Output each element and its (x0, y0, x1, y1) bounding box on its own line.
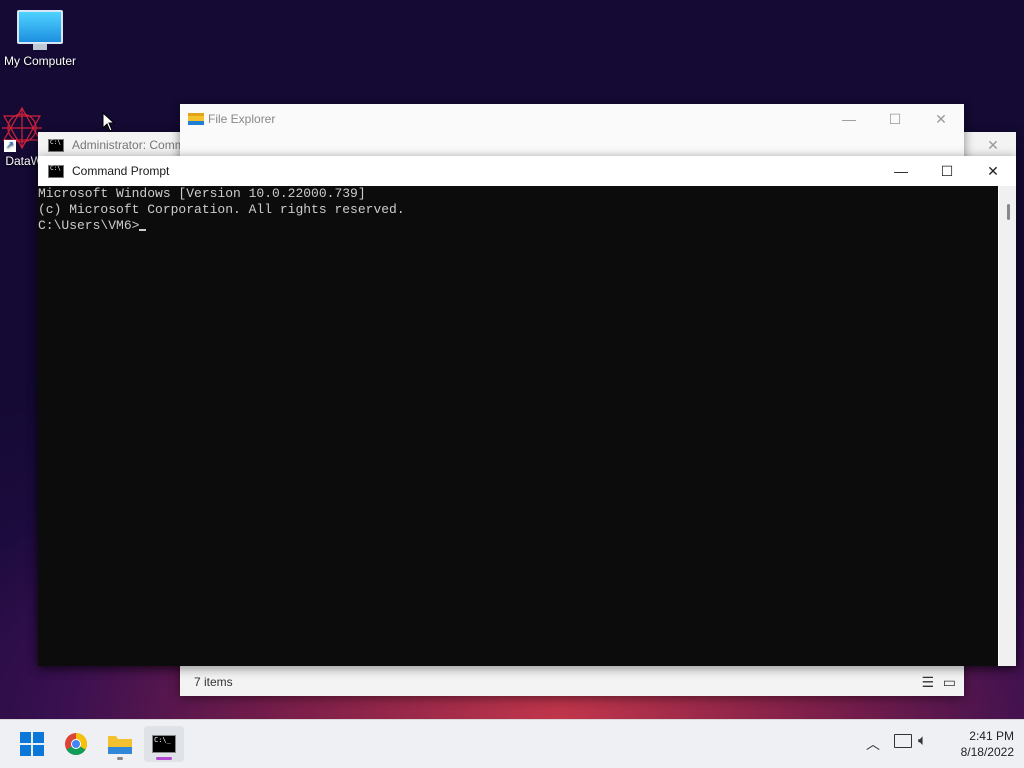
terminal-icon (48, 138, 64, 152)
cmd-minimize-button[interactable]: — (878, 156, 924, 186)
show-hidden-icons-button[interactable]: ︿ (866, 734, 880, 754)
taskbar-file-explorer[interactable] (100, 726, 140, 762)
chrome-icon (65, 733, 87, 755)
clock-date: 8/18/2022 (960, 745, 1014, 759)
windows-logo-icon (20, 732, 44, 756)
cmd-window[interactable]: Command Prompt — ☐ ✕ Microsoft Windows [… (38, 156, 1016, 666)
taskbar-chrome[interactable] (56, 726, 96, 762)
volume-icon[interactable]: 🔈︎ (918, 732, 927, 749)
active-indicator (156, 757, 172, 760)
explorer-item-count: 7 items (194, 675, 233, 689)
folder-icon (188, 113, 204, 125)
cmd-close-button[interactable]: ✕ (970, 156, 1016, 186)
taskbar: C:\_ ︿ 🔈︎ 2:41 PM 8/18/2022 (0, 719, 1024, 768)
taskbar-command-prompt[interactable]: C:\_ (144, 726, 184, 762)
explorer-close-button[interactable]: ✕ (918, 104, 964, 134)
console-scrollbar[interactable] (999, 186, 1016, 666)
running-indicator (117, 757, 123, 760)
explorer-title: File Explorer (208, 112, 276, 126)
admin-cmd-title: Administrator: Comm (72, 138, 185, 152)
terminal-icon (48, 164, 64, 178)
large-icons-view-icon[interactable]: ▭ (943, 674, 956, 691)
folder-icon (108, 736, 132, 754)
console-prompt: C:\Users\VM6> (38, 218, 140, 233)
console-prompt-line: C:\Users\VM6> (38, 218, 998, 234)
explorer-minimize-button[interactable]: — (826, 104, 872, 134)
network-icon[interactable] (894, 734, 912, 748)
cmd-title: Command Prompt (72, 164, 170, 178)
start-button[interactable] (12, 726, 52, 762)
console-line: (c) Microsoft Corporation. All rights re… (38, 202, 405, 217)
admin-close-button[interactable]: ✕ (970, 132, 1016, 158)
mouse-cursor-icon (102, 112, 116, 132)
monitor-icon (0, 10, 80, 50)
explorer-maximize-button[interactable]: ☐ (872, 104, 918, 134)
console-output[interactable]: Microsoft Windows [Version 10.0.22000.73… (38, 186, 998, 666)
details-view-icon[interactable]: ☰ (921, 674, 934, 691)
cmd-titlebar[interactable]: Command Prompt (38, 156, 1016, 186)
text-cursor (139, 229, 147, 231)
terminal-icon: C:\_ (152, 735, 176, 753)
explorer-statusbar: 7 items ☰ ▭ (180, 668, 964, 696)
shortcut-arrow-icon: ↗ (4, 140, 16, 152)
desktop-icon-label: My Computer (3, 54, 77, 68)
scrollbar-thumb[interactable] (1007, 204, 1010, 220)
clock[interactable]: 2:41 PM 8/18/2022 (944, 728, 1014, 760)
cmd-maximize-button[interactable]: ☐ (924, 156, 970, 186)
console-line: Microsoft Windows [Version 10.0.22000.73… (38, 186, 366, 201)
desktop-icon-my-computer[interactable]: My Computer (0, 10, 80, 68)
clock-time: 2:41 PM (969, 729, 1014, 743)
